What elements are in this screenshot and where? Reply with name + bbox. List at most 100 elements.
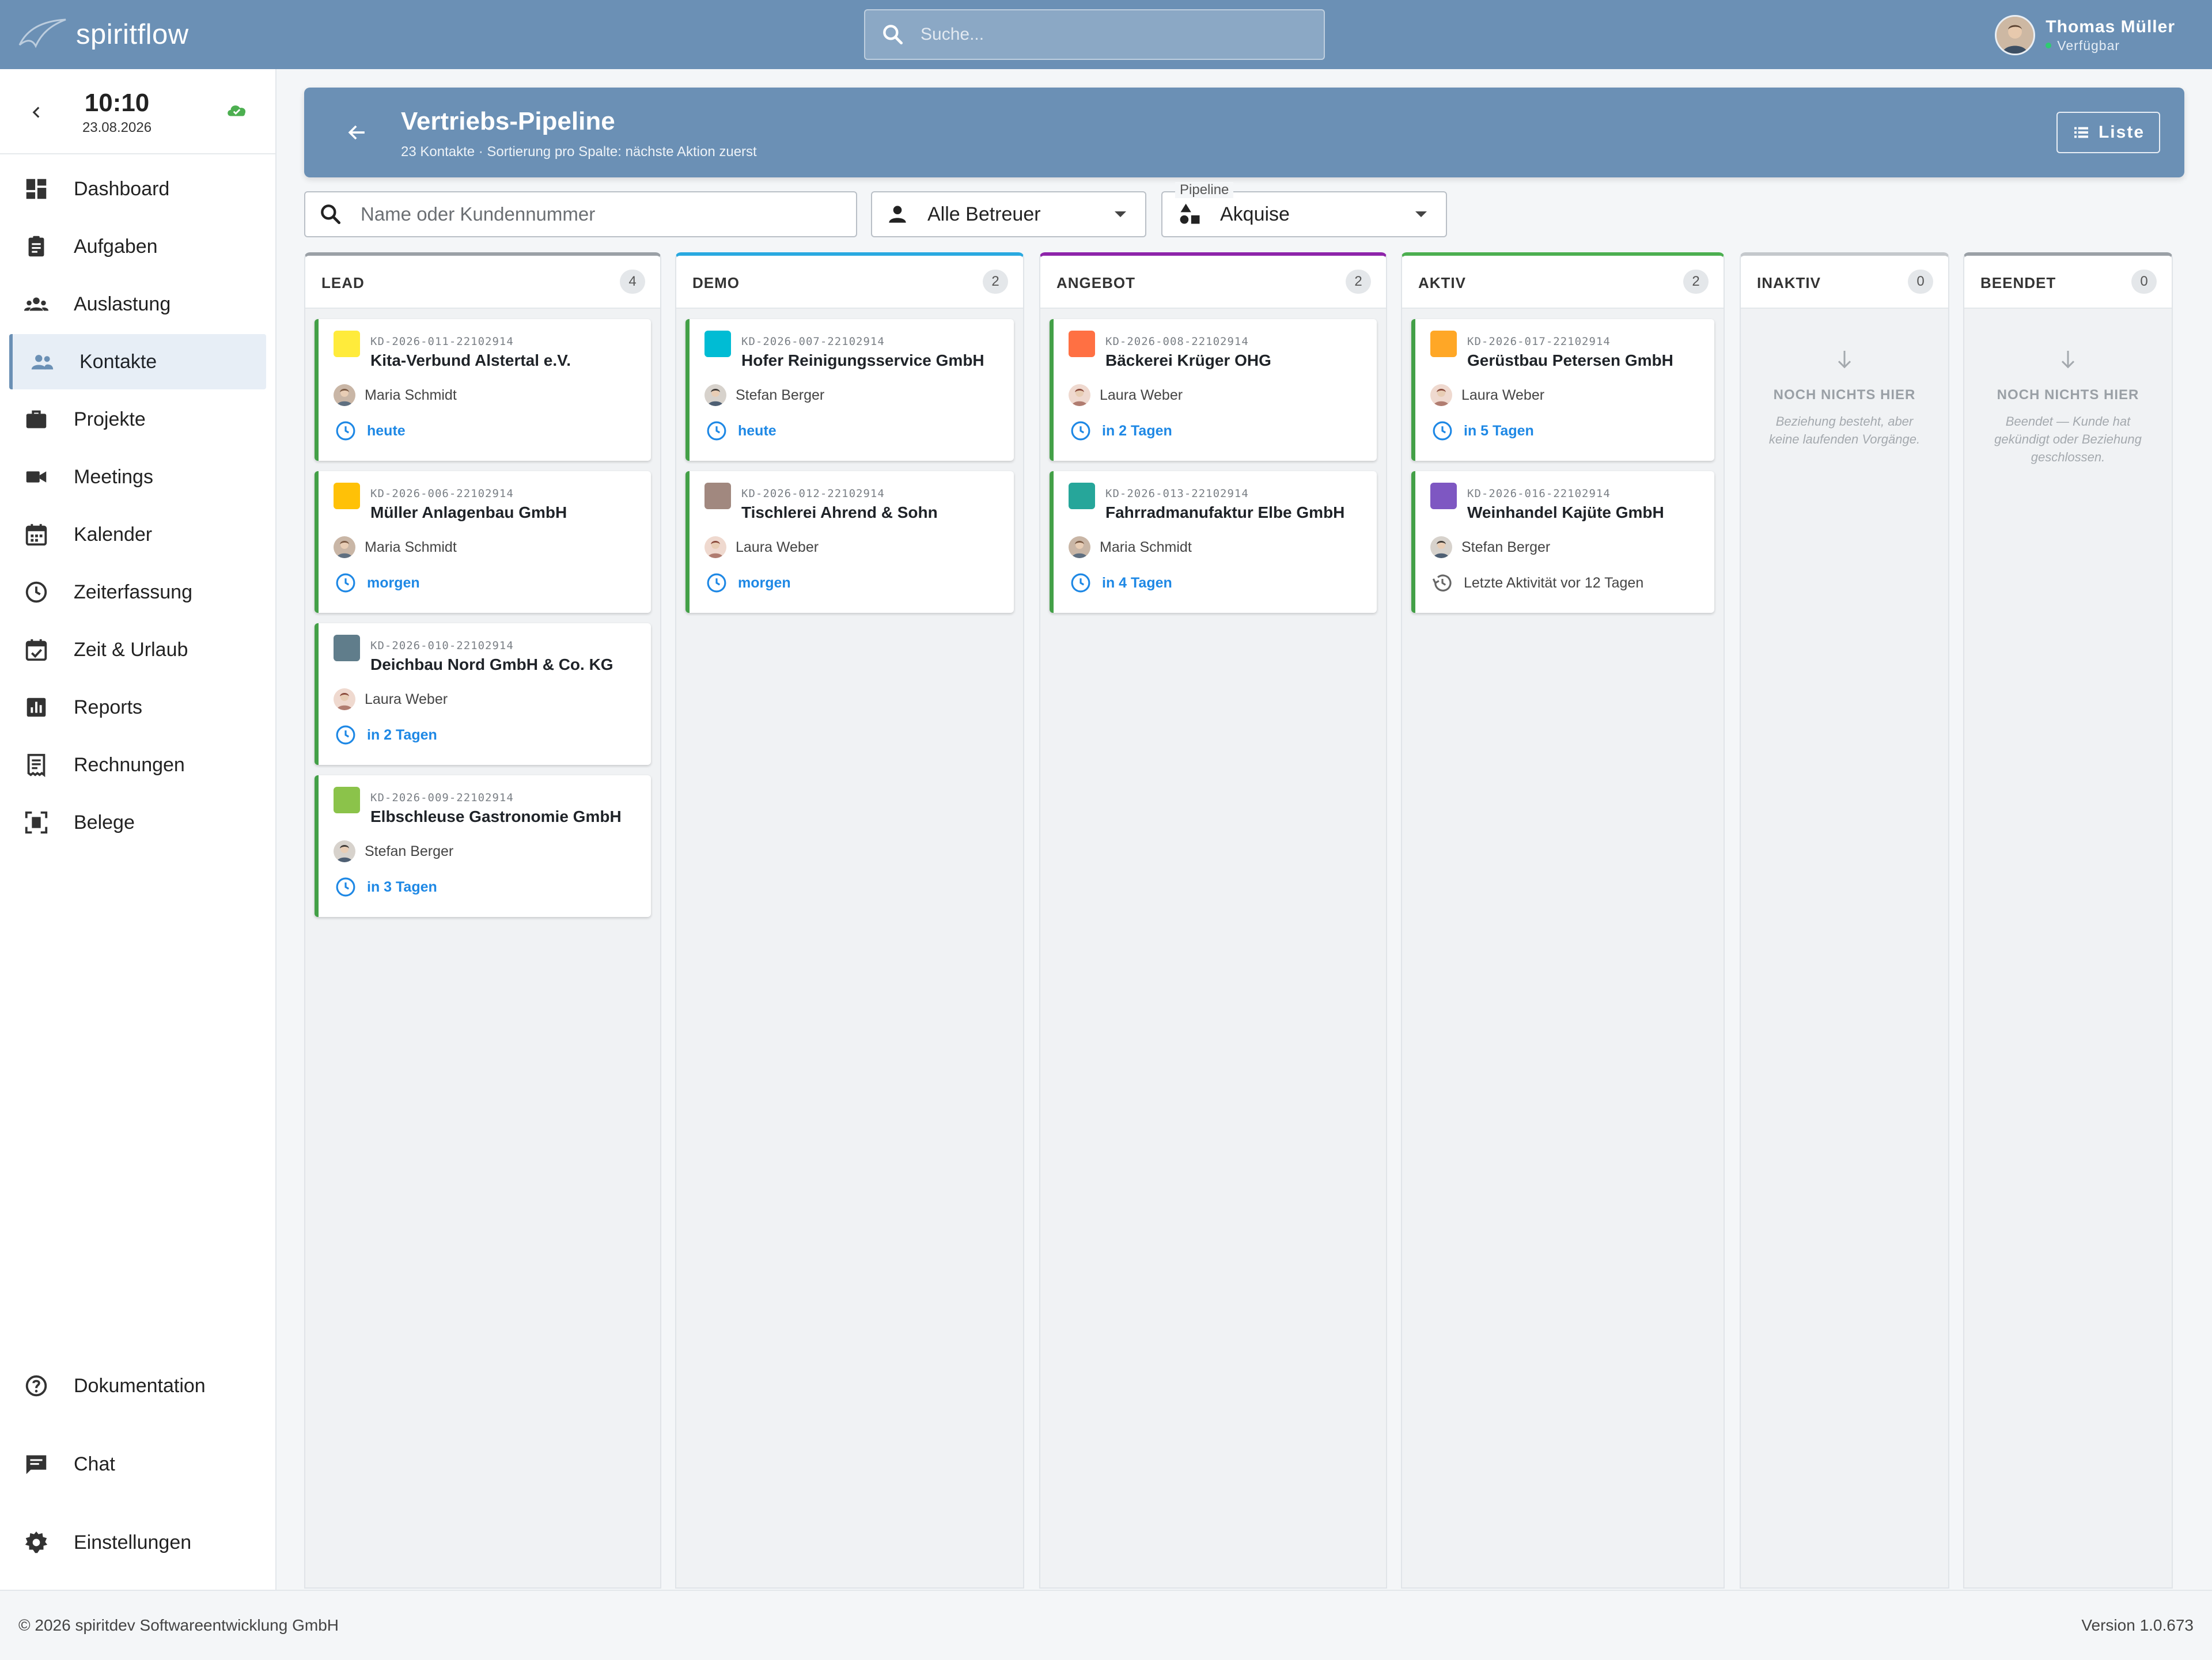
secondary-nav: Dokumentation Chat Einstellungen — [0, 1351, 275, 1586]
nav-item-einstellungen[interactable]: Einstellungen — [0, 1508, 275, 1577]
user-avatar — [1995, 15, 2036, 55]
contact-card[interactable]: KD-2026-016-22102914 Weinhandel Kajüte G… — [1411, 471, 1714, 613]
contact-card[interactable]: KD-2026-013-22102914 Fahrradmanufaktur E… — [1050, 471, 1377, 613]
app-logo[interactable]: spiritflow — [16, 13, 189, 56]
column-count-badge: 0 — [1908, 270, 1933, 294]
contact-card[interactable]: KD-2026-009-22102914 Elbschleuse Gastron… — [315, 775, 651, 917]
contact-search-input[interactable]: Name oder Kundennummer — [304, 191, 857, 237]
nav-item-auslastung[interactable]: Auslastung — [0, 276, 275, 332]
shapes-icon — [1177, 202, 1203, 227]
owner-avatar — [334, 536, 355, 558]
nav-item-chat[interactable]: Chat — [0, 1430, 275, 1499]
footer: © 2026 spiritdev Softwareentwicklung Gmb… — [0, 1590, 2212, 1660]
column-count-badge: 2 — [1346, 270, 1371, 294]
nav-label: Kalender — [74, 523, 153, 545]
column-header: BEENDET 0 — [1964, 256, 2172, 309]
pipeline-select-value: Akquise — [1220, 203, 1290, 225]
company-name: Kita-Verbund Alstertal e.V. — [370, 351, 571, 369]
company-name: Deichbau Nord GmbH & Co. KG — [370, 655, 613, 673]
nav-label: Belege — [74, 811, 135, 833]
contact-card[interactable]: KD-2026-008-22102914 Bäckerei Krüger OHG… — [1050, 319, 1377, 461]
clock-time: 10:10 — [84, 89, 150, 117]
company-name: Bäckerei Krüger OHG — [1105, 351, 1271, 369]
next-action-due: heute — [367, 422, 406, 439]
nav-label: Auslastung — [74, 293, 171, 315]
last-activity: Letzte Aktivität vor 12 Tagen — [1464, 574, 1644, 591]
nav-item-aufgaben[interactable]: Aufgaben — [0, 219, 275, 274]
next-action-due: in 2 Tagen — [367, 726, 437, 743]
nav-label: Zeit & Urlaub — [74, 638, 188, 661]
contact-card[interactable]: KD-2026-011-22102914 Kita-Verbund Alster… — [315, 319, 651, 461]
company-name: Fahrradmanufaktur Elbe GmbH — [1105, 503, 1345, 521]
page-title: Vertriebs-Pipeline — [401, 107, 615, 135]
customer-number: KD-2026-013-22102914 — [1105, 487, 1249, 500]
dashboard-icon — [23, 176, 50, 202]
column-header: AKTIV 2 — [1402, 256, 1724, 309]
nav-item-dashboard[interactable]: Dashboard — [0, 161, 275, 217]
column-title: INAKTIV — [1757, 274, 1821, 291]
nav-item-kontakte[interactable]: Kontakte — [9, 334, 266, 389]
clock-icon — [704, 419, 729, 443]
owner-name: Maria Schmidt — [365, 539, 457, 555]
contact-color-swatch — [1069, 331, 1095, 357]
user-status: Verfügbar — [2046, 38, 2175, 54]
user-menu[interactable]: Thomas Müller Verfügbar — [1995, 15, 2175, 55]
contact-card[interactable]: KD-2026-006-22102914 Müller Anlagenbau G… — [315, 471, 651, 613]
nav-label: Einstellungen — [74, 1531, 192, 1553]
nav-label: Reports — [74, 696, 143, 718]
owner-name: Laura Weber — [1461, 386, 1545, 403]
app-name: spiritflow — [76, 19, 189, 50]
column-title: ANGEBOT — [1056, 274, 1135, 291]
list-view-button[interactable]: Liste — [2056, 112, 2160, 153]
pipeline-select[interactable]: Pipeline Akquise — [1161, 182, 1447, 237]
status-dot — [2046, 43, 2052, 48]
person-icon — [885, 202, 910, 227]
people-icon — [29, 348, 55, 375]
back-arrow-icon[interactable] — [344, 120, 370, 145]
nav-label: Dashboard — [74, 177, 170, 200]
company-name: Gerüstbau Petersen GmbH — [1467, 351, 1673, 369]
global-search-input[interactable]: Suche... — [864, 9, 1325, 60]
customer-number: KD-2026-008-22102914 — [1105, 335, 1249, 348]
column-title: AKTIV — [1418, 274, 1466, 291]
owner-avatar — [704, 536, 726, 558]
owner-name: Laura Weber — [736, 539, 819, 555]
nav-item-belege[interactable]: Belege — [0, 795, 275, 850]
nav-item-zeit-urlaub[interactable]: Zeit & Urlaub — [0, 622, 275, 677]
logo-wing-icon — [16, 16, 68, 53]
owner-select[interactable]: Alle Betreuer — [871, 191, 1146, 237]
nav-item-dokumentation[interactable]: Dokumentation — [0, 1351, 275, 1420]
clock-icon — [1069, 419, 1093, 443]
contact-card[interactable]: KD-2026-017-22102914 Gerüstbau Petersen … — [1411, 319, 1714, 461]
column-angebot: ANGEBOT 2 KD-2026-008-22102914 Bäckerei … — [1039, 252, 1387, 1589]
list-icon — [2072, 123, 2090, 142]
nav-label: Chat — [74, 1453, 115, 1475]
owner-name: Maria Schmidt — [365, 386, 457, 403]
owner-name: Laura Weber — [1100, 386, 1183, 403]
nav-item-reports[interactable]: Reports — [0, 680, 275, 735]
contact-card[interactable]: KD-2026-007-22102914 Hofer Reinigungsser… — [685, 319, 1014, 461]
contact-card[interactable]: KD-2026-010-22102914 Deichbau Nord GmbH … — [315, 623, 651, 765]
column-count-badge: 0 — [2131, 270, 2157, 294]
nav-item-zeiterfassung[interactable]: Zeiterfassung — [0, 564, 275, 620]
clock-widget: 10:10 23.08.2026 — [0, 69, 275, 154]
nav-label: Zeiterfassung — [74, 581, 192, 603]
column-header: ANGEBOT 2 — [1040, 256, 1386, 309]
history-icon — [1430, 571, 1455, 595]
empty-state: NOCH NICHTS HIER Beziehung besteht, aber… — [1741, 348, 1948, 448]
contact-color-swatch — [334, 787, 360, 813]
column-demo: DEMO 2 KD-2026-007-22102914 Hofer Reinig… — [675, 252, 1024, 1589]
customer-number: KD-2026-007-22102914 — [741, 335, 885, 348]
nav-item-kalender[interactable]: Kalender — [0, 507, 275, 562]
next-action-due: in 2 Tagen — [1102, 422, 1172, 439]
contact-card[interactable]: KD-2026-012-22102914 Tischlerei Ahrend &… — [685, 471, 1014, 613]
nav-label: Rechnungen — [74, 753, 185, 776]
column-count-badge: 2 — [983, 270, 1008, 294]
search-icon — [880, 22, 906, 47]
next-action-due: heute — [738, 422, 777, 439]
user-name: Thomas Müller — [2046, 17, 2175, 36]
nav-item-rechnungen[interactable]: Rechnungen — [0, 737, 275, 793]
nav-item-meetings[interactable]: Meetings — [0, 449, 275, 505]
next-action-due: morgen — [367, 574, 420, 591]
nav-item-projekte[interactable]: Projekte — [0, 392, 275, 447]
